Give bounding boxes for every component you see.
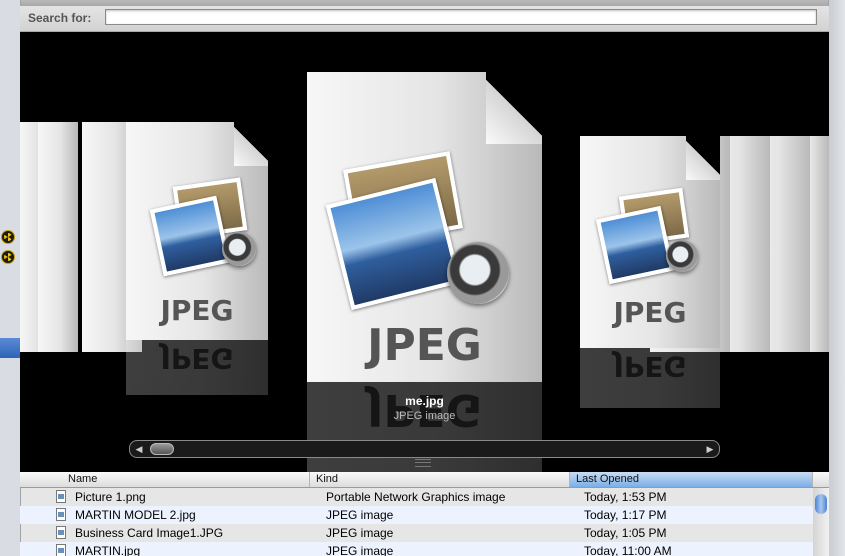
file-icon: [56, 526, 66, 539]
cover-flow-scrollbar[interactable]: ◀ ▶: [129, 440, 720, 458]
jpeg-file-icon[interactable]: JPEG: [126, 122, 268, 340]
reflection: JPEG: [126, 340, 268, 395]
search-bar: Search for:: [20, 6, 829, 32]
table-row[interactable]: Picture 1.png Portable Network Graphics …: [20, 488, 813, 506]
jpeg-file-icon[interactable]: JPEG: [580, 136, 720, 348]
selected-file-kind: JPEG image: [393, 410, 456, 422]
column-header-name[interactable]: Name: [20, 472, 310, 487]
column-header-kind[interactable]: Kind: [310, 472, 570, 487]
table-row[interactable]: Business Card Image1.JPG JPEG image Toda…: [20, 524, 813, 542]
file-icon: [56, 508, 66, 521]
file-type-label: JPEG: [367, 320, 482, 371]
window-edge: [828, 0, 845, 556]
radioactive-icon[interactable]: [1, 230, 15, 244]
search-label: Search for:: [28, 11, 92, 25]
search-input[interactable]: [105, 9, 817, 25]
file-list: Picture 1.png Portable Network Graphics …: [20, 488, 813, 556]
list-scrollbar[interactable]: [813, 488, 829, 556]
table-row[interactable]: MARTIN MODEL 2.jpg JPEG image Today, 1:1…: [20, 506, 813, 524]
table-row[interactable]: MARTIN.jpg JPEG image Today, 11:00 AM: [20, 542, 813, 556]
selected-jpeg-file-icon[interactable]: JPEG: [307, 72, 542, 382]
radioactive-icon[interactable]: [1, 250, 15, 264]
resize-grip-icon[interactable]: [415, 459, 431, 467]
file-icon: [56, 544, 66, 556]
list-scroll-thumb[interactable]: [815, 494, 827, 514]
sidebar-selected-item[interactable]: [0, 338, 20, 358]
column-header-last-opened[interactable]: Last Opened: [570, 472, 813, 487]
selected-file-name: me.jpg: [405, 394, 444, 408]
file-type-label: JPEG: [613, 296, 687, 329]
jpeg-file-icon[interactable]: [38, 122, 78, 352]
column-headers: Name Kind Last Opened: [20, 472, 829, 488]
file-icon: [56, 490, 66, 503]
file-type-label: JPEG: [160, 294, 234, 327]
scroll-right-icon[interactable]: ▶: [703, 441, 717, 457]
scroll-thumb[interactable]: [150, 443, 174, 455]
cover-flow-view[interactable]: JPEG JPEG JPEG JPEG JPEG JPEG me.jpg JPE…: [20, 32, 829, 472]
sidebar: [0, 0, 21, 556]
scroll-left-icon[interactable]: ◀: [132, 441, 146, 457]
